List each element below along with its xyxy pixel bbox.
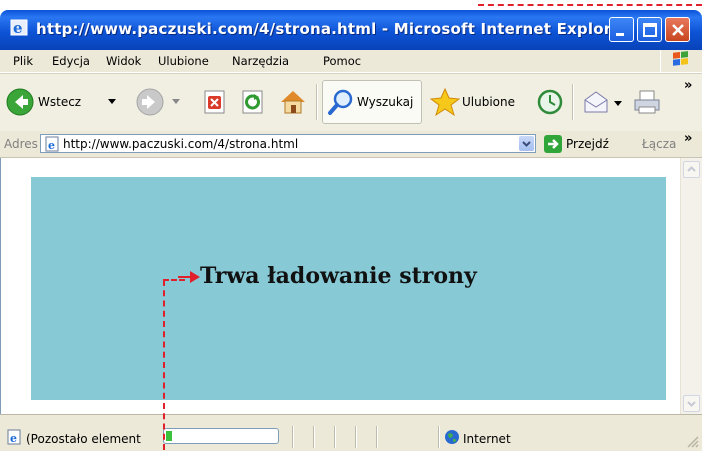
globe-icon <box>445 430 459 444</box>
address-url: http://www.paczuski.com/4/strona.html <box>63 137 299 151</box>
address-input[interactable]: e http://www.paczuski.com/4/strona.html <box>40 134 536 153</box>
page-icon: e <box>7 429 21 445</box>
forward-arrow-icon <box>136 88 164 116</box>
loading-message: Trwa ładowanie strony <box>200 263 477 289</box>
svg-text:e: e <box>13 19 23 37</box>
security-zone-label: Internet <box>463 432 511 446</box>
menu-item-edit[interactable]: Edycja <box>52 54 90 68</box>
search-icon <box>328 89 353 115</box>
annotation-pointer-vertical <box>163 280 165 450</box>
back-button[interactable]: Wstecz <box>4 84 124 120</box>
history-icon <box>537 89 563 115</box>
maximize-icon <box>643 23 657 37</box>
status-divider <box>438 426 440 448</box>
address-label: Adres <box>4 137 38 151</box>
toolbar-separator <box>316 84 318 120</box>
mail-button[interactable] <box>580 86 626 118</box>
menu-item-tools[interactable]: Narzędzia <box>232 54 289 68</box>
chevron-down-icon <box>522 141 531 147</box>
star-icon <box>430 87 460 117</box>
toolbar-separator <box>572 84 574 120</box>
status-divider <box>292 426 294 448</box>
vertical-scrollbar[interactable] <box>680 158 702 414</box>
home-button[interactable] <box>276 86 310 118</box>
status-divider <box>355 426 357 448</box>
page-icon: e <box>45 136 59 152</box>
svg-text:e: e <box>10 432 17 445</box>
print-button[interactable] <box>630 86 664 118</box>
resize-grip-icon[interactable] <box>686 435 700 449</box>
annotation-pointer-horizontal <box>163 279 185 281</box>
menu-item-help[interactable]: Pomoc <box>323 54 361 68</box>
favorites-label: Ulubione <box>462 95 516 109</box>
windows-logo <box>660 50 699 72</box>
svg-text:e: e <box>48 139 55 152</box>
links-label[interactable]: Łącza <box>642 137 676 151</box>
back-label: Wstecz <box>38 95 82 109</box>
standard-toolbar: Wstecz Wyszukaj Ulubione » <box>0 73 702 133</box>
chevron-down-icon <box>687 401 696 407</box>
print-icon <box>634 90 660 114</box>
annotation-arrow-icon <box>178 271 200 283</box>
status-divider <box>376 426 378 448</box>
favorites-button[interactable]: Ulubione <box>428 84 524 120</box>
chevron-up-icon <box>687 166 696 172</box>
status-divider <box>313 426 315 448</box>
close-icon <box>672 24 684 36</box>
maximize-button[interactable] <box>637 17 662 42</box>
stop-button[interactable] <box>200 86 230 118</box>
close-button[interactable] <box>665 17 690 42</box>
back-arrow-icon <box>6 88 34 116</box>
home-icon <box>281 91 305 114</box>
window-title: http://www.paczuski.com/4/strona.html - … <box>36 20 630 38</box>
status-divider <box>334 426 336 448</box>
minimize-button[interactable] <box>609 17 634 42</box>
go-button[interactable]: Przejdź <box>542 133 622 155</box>
refresh-icon <box>242 90 263 114</box>
status-text: (Pozostało element <box>26 432 141 446</box>
search-button[interactable]: Wyszukaj <box>322 80 422 124</box>
forward-button[interactable] <box>132 84 182 120</box>
scroll-up-button[interactable] <box>683 161 700 178</box>
title-bar[interactable]: e http://www.paczuski.com/4/strona.html … <box>0 10 702 50</box>
chevron-down-icon <box>614 101 622 106</box>
menu-item-view[interactable]: Widok <box>106 54 141 68</box>
history-button[interactable] <box>532 86 568 118</box>
windows-flag-icon <box>673 51 688 66</box>
status-bar: e (Pozostało element Internet <box>0 414 702 451</box>
annotation-top-line <box>478 0 702 6</box>
mail-icon <box>584 91 608 113</box>
address-dropdown-button[interactable] <box>519 136 534 151</box>
refresh-button[interactable] <box>238 86 268 118</box>
links-overflow-chevron-icon[interactable]: » <box>684 131 692 146</box>
stop-icon <box>204 90 225 114</box>
scroll-down-button[interactable] <box>683 395 700 412</box>
go-arrow-icon <box>544 135 562 153</box>
minimize-icon <box>616 33 624 36</box>
go-label: Przejdź <box>566 137 609 151</box>
menu-bar: Plik Edycja Widok Ulubione Narzędzia Pom… <box>0 50 702 73</box>
progress-bar <box>163 428 279 444</box>
menu-item-favorites[interactable]: Ulubione <box>158 54 209 68</box>
search-label: Wyszukaj <box>357 95 414 109</box>
toolbar-overflow-chevron-icon[interactable]: » <box>684 78 692 93</box>
address-bar: Adres e http://www.paczuski.com/4/strona… <box>0 131 702 158</box>
chevron-down-icon <box>108 99 116 104</box>
chevron-down-icon <box>172 99 180 104</box>
ie-icon: e <box>10 19 28 37</box>
menu-item-file[interactable]: Plik <box>13 54 33 68</box>
progress-fill <box>166 431 172 441</box>
